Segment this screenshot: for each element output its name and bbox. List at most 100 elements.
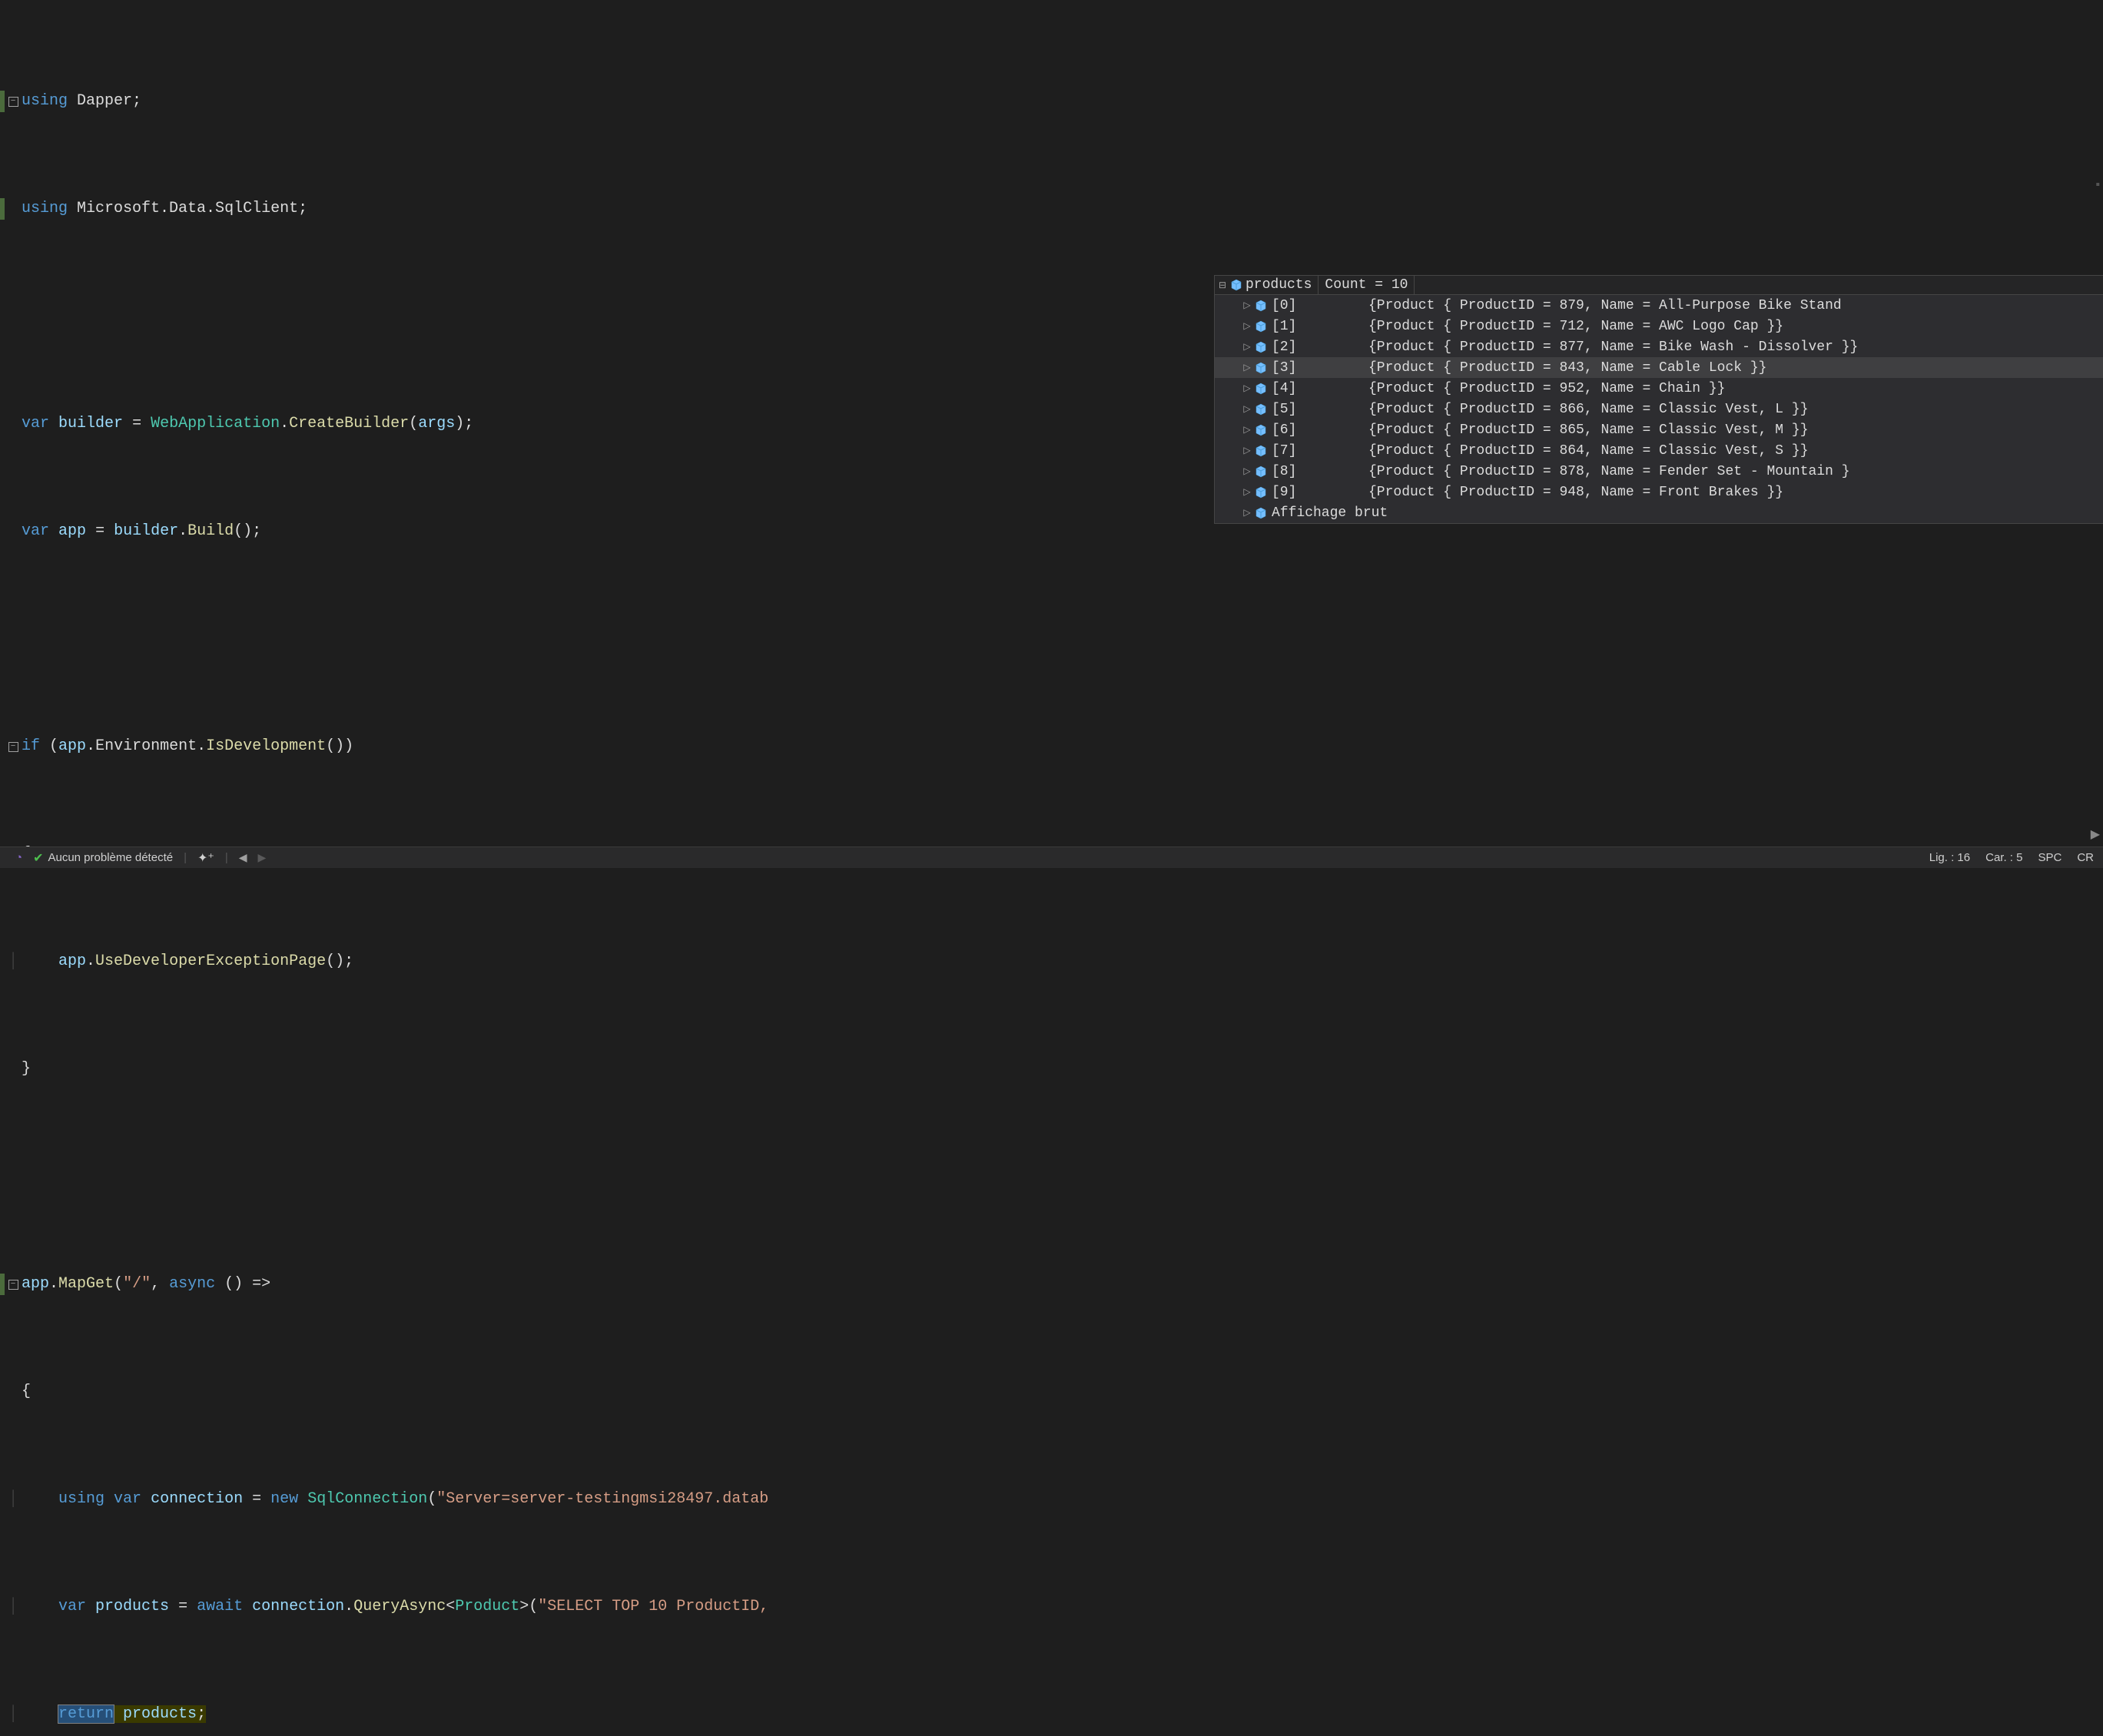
expand-icon[interactable]: ▷ [1242, 300, 1252, 311]
keyword: using [22, 92, 68, 110]
object-icon [1255, 507, 1267, 519]
datatip-item[interactable]: ▷ [8] {Product { ProductID = 878, Name = F… [1215, 461, 2103, 482]
expand-icon[interactable]: ▷ [1242, 341, 1252, 353]
namespace: Dapper [77, 92, 132, 110]
datatip-value: {Product { ProductID = 843, Name = Cable… [1368, 360, 1766, 376]
keyword: var [114, 1490, 141, 1508]
method: Build [187, 522, 234, 540]
datatip-index: [4] [1272, 381, 1296, 396]
object-icon [1255, 465, 1267, 478]
object-icon [1255, 445, 1267, 457]
status-col[interactable]: Car. : 5 [1985, 851, 2022, 864]
nav-forward-icon[interactable]: ▶ [258, 851, 267, 864]
code-line[interactable] [0, 1166, 2103, 1188]
keyword: async [169, 1275, 215, 1293]
datatip-index: [0] [1272, 298, 1296, 313]
object-icon [1255, 486, 1267, 499]
keyword: new [270, 1490, 298, 1508]
datatip-value: {Product { ProductID = 866, Name = Class… [1368, 402, 1809, 417]
collapse-icon[interactable]: ⊟ [1218, 280, 1227, 291]
datatip-index: [7] [1272, 443, 1296, 459]
datatip-value: {Product { ProductID = 952, Name = Chain… [1368, 381, 1725, 396]
datatip-item[interactable]: ▷ [2] {Product { ProductID = 877, Name = B… [1215, 336, 2103, 357]
datatip-item[interactable]: ▷ [1] {Product { ProductID = 712, Name = A… [1215, 316, 2103, 336]
expand-icon[interactable]: ▷ [1242, 320, 1252, 332]
nav-back-icon[interactable]: ◀ [239, 851, 247, 864]
object-icon [1255, 341, 1267, 353]
datatip-index: [2] [1272, 340, 1296, 355]
datatip-item[interactable]: ▷ [0] {Product { ProductID = 879, Name = A… [1215, 295, 2103, 316]
datatip-value: {Product { ProductID = 877, Name = Bike … [1368, 340, 1858, 355]
datatip-index: [3] [1272, 360, 1296, 376]
identifier-products: products [123, 1705, 197, 1723]
datatip-index: [9] [1272, 485, 1296, 500]
datatip-raw-view[interactable]: ▷Affichage brut [1215, 502, 2103, 523]
code-line[interactable]: │ app.UseDeveloperExceptionPage(); [0, 951, 2103, 972]
outline-collapse-icon[interactable]: − [8, 742, 18, 752]
keyword-return: return [58, 1705, 114, 1723]
datatip-value: {Product { ProductID = 712, Name = AWC L… [1368, 319, 1783, 334]
keyword: if [22, 737, 40, 755]
datatip-item[interactable]: ▷ [3] {Product { ProductID = 843, Name = C… [1215, 357, 2103, 378]
code-line[interactable] [0, 628, 2103, 650]
scroll-right-icon[interactable]: ▶ [2091, 827, 2100, 842]
object-icon [1255, 300, 1267, 312]
datatip-var-name: products [1246, 277, 1312, 293]
outline-collapse-icon[interactable]: − [8, 1280, 18, 1290]
keyword: using [22, 200, 68, 217]
expand-icon[interactable]: ▷ [1242, 486, 1252, 498]
code-line[interactable]: │ using var connection = new SqlConnecti… [0, 1489, 2103, 1510]
namespace: Microsoft.Data.SqlClient [77, 200, 298, 217]
status-lineending[interactable]: CR [2077, 851, 2094, 864]
code-editor[interactable]: − using Dapper; using Microsoft.Data.Sql… [0, 0, 2103, 1736]
datatip-item[interactable]: ▷ [9] {Product { ProductID = 948, Name = F… [1215, 482, 2103, 502]
code-line[interactable]: − if (app.Environment.IsDevelopment()) [0, 736, 2103, 757]
identifier: builder [58, 415, 123, 432]
object-icon [1255, 403, 1267, 416]
wand-icon[interactable]: ✦⁺ [197, 850, 214, 866]
status-bar: ◔ ✔ Aucun problème détecté | ✦⁺ | ◀ ▶ Li… [0, 846, 2103, 868]
status-line[interactable]: Lig. : 16 [1929, 851, 1970, 864]
datatip-index: [5] [1272, 402, 1296, 417]
code-line[interactable]: │ var products = await connection.QueryA… [0, 1596, 2103, 1618]
datatip-header[interactable]: ⊟ products Count = 10 [1215, 276, 2103, 295]
datatip-index: [1] [1272, 319, 1296, 334]
identifier: connection [151, 1490, 243, 1508]
datatip-value: {Product { ProductID = 948, Name = Front… [1368, 485, 1783, 500]
expand-icon[interactable]: ▷ [1242, 424, 1252, 436]
type: SqlConnection [307, 1490, 427, 1508]
expand-icon[interactable]: ▷ [1242, 383, 1252, 394]
datatip-value: {Product { ProductID = 879, Name = All-P… [1368, 298, 1842, 313]
datatip-item[interactable]: ▷ [4] {Product { ProductID = 952, Name = C… [1215, 378, 2103, 399]
outline-collapse-icon[interactable]: − [8, 97, 18, 107]
code-line[interactable]: { [0, 1381, 2103, 1403]
datatip-item[interactable]: ▷[6]{Product { ProductID = 865, Name = C… [1215, 419, 2103, 440]
identifier: app [58, 522, 86, 540]
identifier: products [95, 1598, 169, 1615]
expand-icon[interactable]: ▷ [1242, 445, 1252, 456]
datatip-value: {Product { ProductID = 865, Name = Class… [1368, 422, 1809, 438]
expand-icon[interactable]: ▷ [1242, 465, 1252, 477]
expand-icon[interactable]: ▷ [1242, 507, 1252, 518]
code-line[interactable]: − using Dapper; [0, 91, 2103, 112]
code-line[interactable]: − app.MapGet("/", async () => [0, 1274, 2103, 1295]
code-line[interactable]: var app = builder.Build(); [0, 521, 2103, 542]
code-line-current[interactable]: │ return products; [0, 1704, 2103, 1725]
status-spaces[interactable]: SPC [2038, 851, 2062, 864]
datatip-items[interactable]: ▷ [0] {Product { ProductID = 879, Name = A… [1215, 295, 2103, 523]
datatip-index: [8] [1272, 464, 1296, 479]
datatip-item[interactable]: ▷ [5] {Product { ProductID = 866, Name = C… [1215, 399, 2103, 419]
expand-icon[interactable]: ▷ [1242, 362, 1252, 373]
scroll-marker: ▪ [2094, 178, 2101, 192]
debug-datatip[interactable]: ⊟ products Count = 10 ▷ [0] {Product { Pro… [1214, 275, 2103, 524]
datatip-item[interactable]: ▷[7]{Product { ProductID = 864, Name = C… [1215, 440, 2103, 461]
datatip-value: {Product { ProductID = 878, Name = Fende… [1368, 464, 1850, 479]
code-line[interactable]: } [0, 1058, 2103, 1080]
status-issues[interactable]: ✔ Aucun problème détecté [33, 850, 173, 866]
feedback-icon[interactable]: ◔ [15, 851, 22, 864]
code-line[interactable]: using Microsoft.Data.SqlClient; [0, 198, 2103, 220]
string: "Server=server-testingmsi28497.datab [436, 1490, 768, 1508]
object-icon [1255, 320, 1267, 333]
string: "SELECT TOP 10 ProductID, [538, 1598, 768, 1615]
expand-icon[interactable]: ▷ [1242, 403, 1252, 415]
